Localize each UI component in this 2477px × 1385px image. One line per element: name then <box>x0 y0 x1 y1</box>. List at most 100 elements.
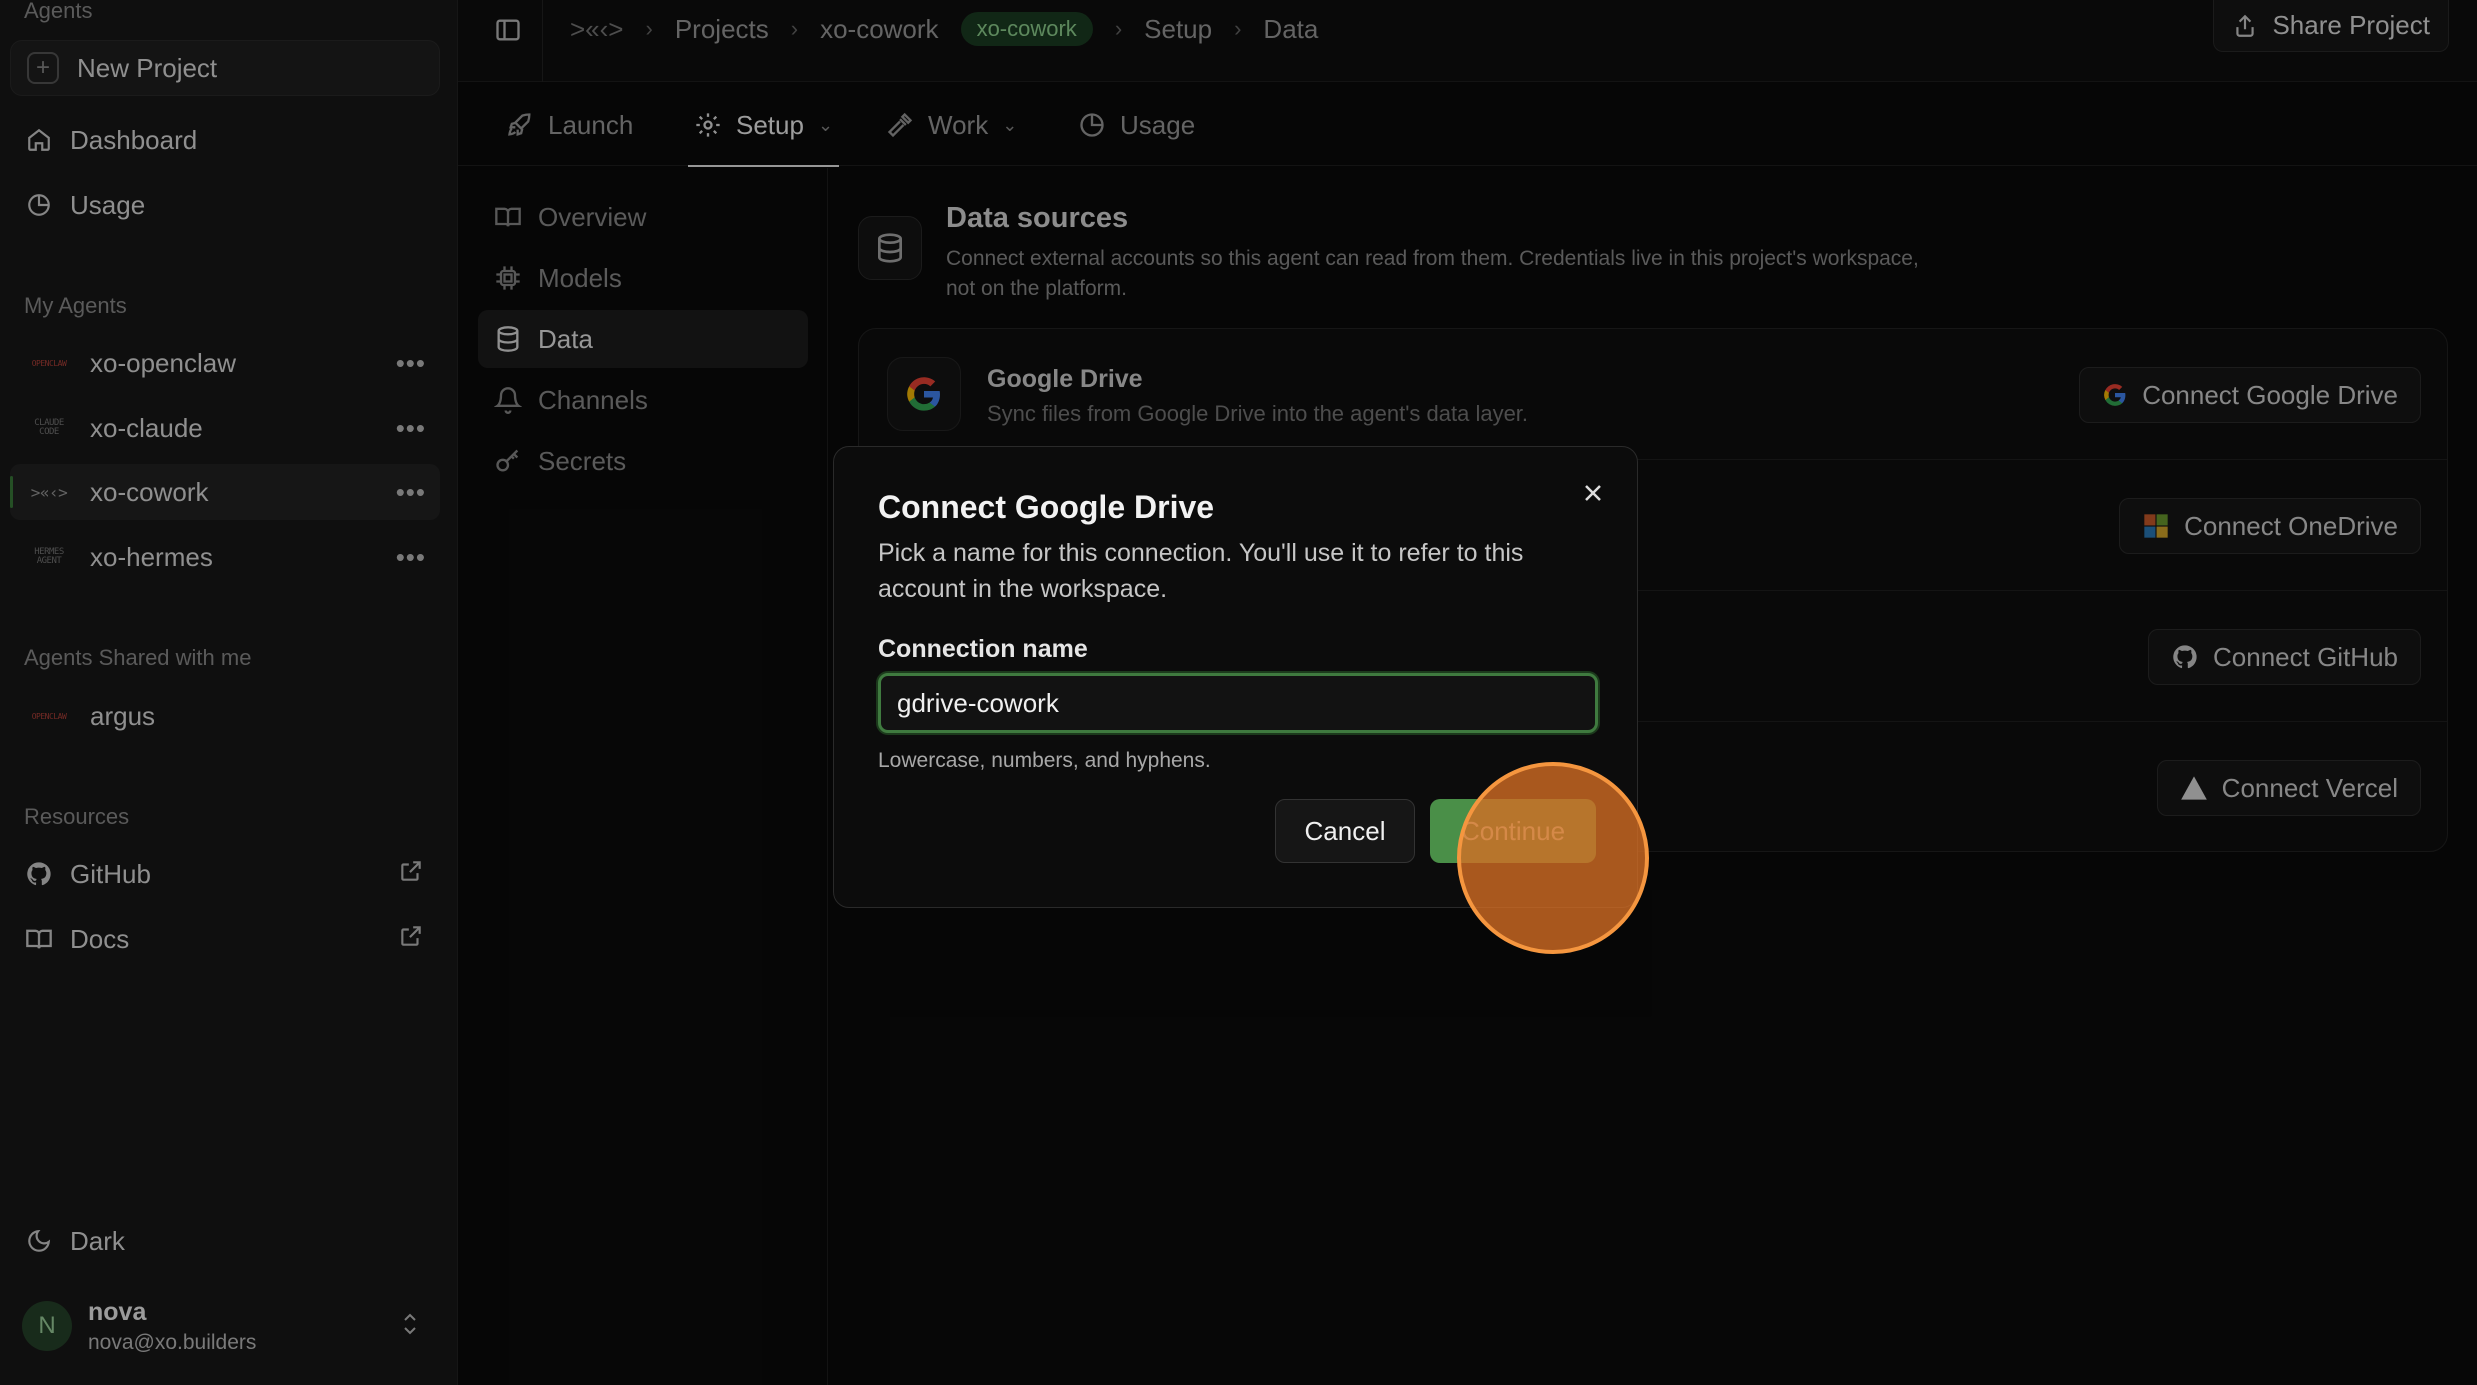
avatar: N <box>22 1301 72 1351</box>
database-icon <box>858 216 922 280</box>
user-name: nova <box>88 1297 147 1326</box>
more-icon[interactable]: ••• <box>396 477 426 508</box>
active-indicator <box>10 476 13 508</box>
google-icon <box>2104 384 2126 406</box>
chevron-down-icon: ⌄ <box>1002 114 1018 135</box>
subnav-item-channels[interactable]: Channels <box>478 371 808 429</box>
moon-icon <box>24 1226 54 1256</box>
subnav-label: Overview <box>538 201 647 232</box>
button-label: Connect Google Drive <box>2142 379 2398 410</box>
new-project-button[interactable]: + New Project <box>10 40 440 96</box>
share-project-button[interactable]: Share Project <box>2213 0 2449 52</box>
agent-item-argus[interactable]: OPENCLAW argus <box>10 688 440 744</box>
breadcrumb: >«‹> › Projects › xo-cowork xo-cowork › … <box>570 8 1318 50</box>
claude-code-logo: CLAUDE CODE <box>34 418 64 437</box>
chevron-right-icon: › <box>790 16 799 41</box>
external-link-icon <box>398 923 424 956</box>
resource-label: GitHub <box>70 858 151 889</box>
tab-usage[interactable]: Usage <box>1078 84 1195 166</box>
book-icon <box>495 207 521 227</box>
home-icon <box>24 125 54 155</box>
tab-launch[interactable]: Launch <box>506 84 633 166</box>
subnav-label: Secrets <box>538 445 627 476</box>
button-label: Connect OneDrive <box>2184 510 2398 541</box>
more-icon[interactable]: ••• <box>396 542 426 573</box>
agent-item-xo-claude[interactable]: CLAUDE CODE xo-claude ••• <box>10 400 440 456</box>
resource-item-docs[interactable]: Docs <box>10 911 440 967</box>
sidebar: Agents + New Project Dashboard Usage My … <box>0 0 458 1385</box>
share-icon <box>2236 14 2255 37</box>
breadcrumb-data: Data <box>1263 13 1319 44</box>
tab-work[interactable]: Work ⌄ <box>886 84 1017 166</box>
toggle-sidebar-icon[interactable] <box>488 10 528 50</box>
user-email: nova@xo.builders <box>88 1330 257 1354</box>
connect-google-drive-dialog: Connect Google Drive Pick a name for thi… <box>833 446 1638 908</box>
github-icon <box>24 859 54 889</box>
tab-bar: Launch Setup ⌄ Work ⌄ Usage <box>458 84 2477 167</box>
tab-label: Launch <box>548 109 634 140</box>
external-link-icon <box>398 858 424 891</box>
tab-label: Setup <box>736 109 804 140</box>
theme-toggle[interactable]: Dark <box>10 1213 440 1269</box>
agent-label: xo-cowork <box>90 476 209 507</box>
shared-agents-heading: Agents Shared with me <box>24 645 252 670</box>
data-source-google-drive: Google Drive Sync files from Google Driv… <box>859 329 2447 460</box>
subnav-item-overview[interactable]: Overview <box>478 188 808 246</box>
breadcrumb-projects[interactable]: Projects <box>675 14 769 45</box>
chevron-right-icon: › <box>1114 16 1123 41</box>
app-window: Agents + New Project Dashboard Usage My … <box>0 0 2477 1385</box>
cancel-button[interactable]: Cancel <box>1275 799 1415 863</box>
agent-item-xo-openclaw[interactable]: OPENCLAW xo-openclaw ••• <box>10 335 440 391</box>
plus-icon: + <box>27 52 59 84</box>
setup-subnav: Overview Models Data Channels Secrets <box>458 168 828 1385</box>
rocket-icon <box>508 113 531 136</box>
vercel-triangle-icon <box>2180 776 2207 800</box>
data-source-description: Sync files from Google Drive into the ag… <box>987 401 1529 426</box>
connection-name-label: Connection name <box>878 635 1088 663</box>
key-icon <box>496 449 519 472</box>
subnav-item-models[interactable]: Models <box>478 249 808 307</box>
connect-github-button[interactable]: Connect GitHub <box>2148 629 2421 685</box>
button-label: Connect Vercel <box>2221 772 2398 803</box>
tab-label: Usage <box>1120 109 1196 140</box>
connect-vercel-button[interactable]: Connect Vercel <box>2156 760 2421 816</box>
user-menu[interactable]: N nova nova@xo.builders <box>10 1290 440 1362</box>
divider <box>542 0 543 82</box>
close-icon[interactable] <box>1575 475 1611 511</box>
new-project-label: New Project <box>77 52 218 83</box>
user-info: nova nova@xo.builders <box>88 1298 256 1355</box>
breadcrumb-project[interactable]: xo-cowork <box>820 14 938 45</box>
agent-item-xo-hermes[interactable]: HERMES AGENT xo-hermes ••• <box>10 529 440 585</box>
more-icon[interactable]: ••• <box>396 413 426 444</box>
continue-button[interactable]: Continue <box>1430 799 1596 863</box>
page-title: Data sources <box>946 202 1129 234</box>
field-hint: Lowercase, numbers, and hyphens. <box>878 749 1211 772</box>
agent-item-xo-cowork[interactable]: >«‹> xo-cowork ••• <box>10 464 440 520</box>
resource-label: Docs <box>70 923 130 954</box>
share-label: Share Project <box>2272 10 2430 40</box>
resource-item-github[interactable]: GitHub <box>10 846 440 902</box>
subnav-label: Data <box>538 323 593 354</box>
connect-google-drive-button[interactable]: Connect Google Drive <box>2079 367 2421 423</box>
sidebar-item-label: Dashboard <box>70 124 198 155</box>
subnav-item-secrets[interactable]: Secrets <box>478 432 808 490</box>
sidebar-item-usage[interactable]: Usage <box>10 177 440 233</box>
subnav-item-data[interactable]: Data <box>478 310 808 368</box>
agent-label: argus <box>90 700 156 731</box>
connect-onedrive-button[interactable]: Connect OneDrive <box>2119 498 2421 554</box>
sidebar-item-dashboard[interactable]: Dashboard <box>10 112 440 168</box>
github-icon <box>2173 645 2197 669</box>
dialog-title: Connect Google Drive <box>878 489 1215 525</box>
breadcrumb-setup[interactable]: Setup <box>1144 14 1212 45</box>
subnav-label: Channels <box>538 384 648 415</box>
agent-label: xo-hermes <box>90 541 213 572</box>
tab-setup[interactable]: Setup ⌄ <box>688 84 840 167</box>
more-icon[interactable]: ••• <box>396 348 426 379</box>
sidebar-item-label: Usage <box>70 189 146 220</box>
pie-chart-icon <box>1080 113 1104 137</box>
resources-heading: Resources <box>24 804 130 829</box>
chevrons-up-down-icon <box>398 1310 422 1343</box>
connection-name-input[interactable] <box>878 673 1598 733</box>
project-badge: xo-cowork <box>960 12 1093 46</box>
chevron-right-icon: › <box>645 16 653 41</box>
